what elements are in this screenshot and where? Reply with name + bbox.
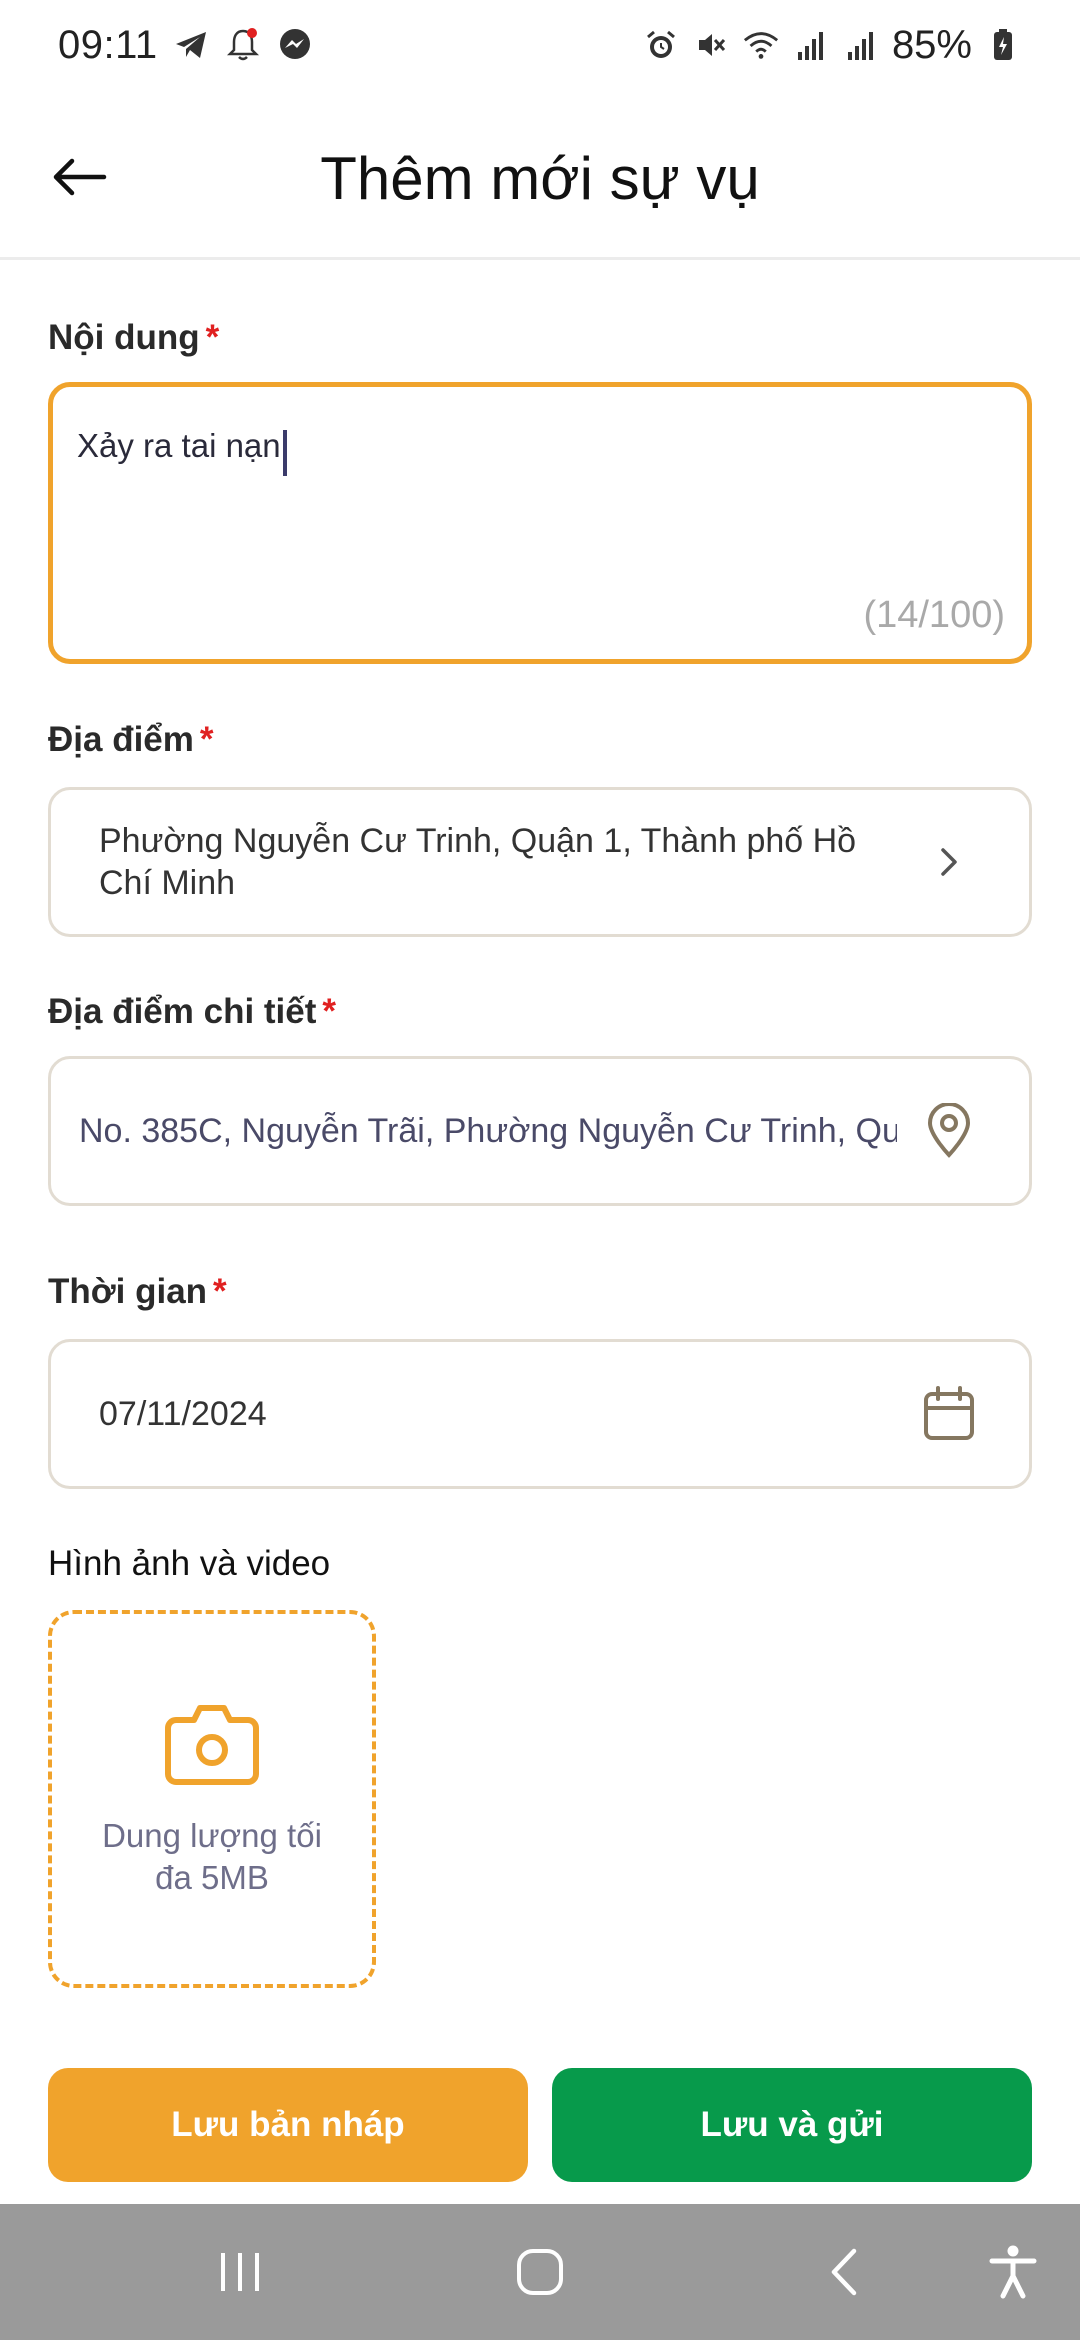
time-label: Thời gian * [48, 1272, 227, 1311]
status-time: 09:11 [58, 22, 158, 67]
alarm-icon [642, 26, 680, 64]
home-button[interactable] [510, 2242, 570, 2302]
location-detail-input[interactable]: No. 385C, Nguyễn Trãi, Phường Nguyễn Cư … [48, 1056, 1032, 1206]
status-bar: 09:11 85% [0, 0, 1080, 90]
signal-icon [842, 26, 880, 64]
battery-percentage: 85% [891, 22, 972, 67]
location-detail-value: No. 385C, Nguyễn Trãi, Phường Nguyễn Cư … [79, 1112, 897, 1150]
map-pin-icon[interactable] [917, 1099, 981, 1163]
messenger-icon [276, 26, 314, 64]
arrow-left-icon [53, 158, 107, 196]
upload-size-hint: Dung lượng tối đa 5MB [102, 1816, 322, 1896]
media-label: Hình ảnh và video [48, 1544, 331, 1583]
required-mark: * [322, 992, 337, 1031]
calendar-icon[interactable] [917, 1382, 981, 1446]
accessibility-button[interactable] [983, 2242, 1043, 2302]
required-mark: * [213, 1272, 227, 1311]
accessibility-icon [989, 2245, 1037, 2299]
date-input[interactable]: 07/11/2024 [48, 1339, 1032, 1489]
signal-icon [792, 26, 830, 64]
content-label: Nội dung * [48, 318, 220, 357]
content-textarea[interactable]: Xảy ra tai nạn (14/100) [48, 382, 1032, 664]
content-value: Xảy ra tai nạn [77, 427, 281, 464]
system-nav-bar [0, 2204, 1080, 2340]
location-value: Phường Nguyễn Cư Trinh, Quận 1, Thành ph… [99, 822, 857, 902]
save-draft-button[interactable]: Lưu bản nháp [48, 2068, 528, 2182]
location-label: Địa điểm * [48, 720, 214, 759]
notification-bell-icon [224, 26, 262, 64]
chevron-right-icon [917, 830, 981, 894]
chevron-left-icon [831, 2248, 857, 2296]
camera-icon [164, 1700, 260, 1791]
home-icon [517, 2249, 563, 2295]
required-mark: * [205, 318, 220, 357]
recent-apps-icon [221, 2253, 259, 2291]
recent-apps-button[interactable] [210, 2242, 270, 2302]
media-upload-area[interactable]: Dung lượng tối đa 5MB [48, 1610, 376, 1988]
page-title: Thêm mới sự vụ [320, 145, 760, 212]
battery-icon [984, 26, 1022, 64]
location-detail-label: Địa điểm chi tiết * [48, 992, 337, 1031]
save-and-send-button[interactable]: Lưu và gửi [552, 2068, 1032, 2182]
character-counter: (14/100) [863, 594, 1005, 636]
app-header: Thêm mới sự vụ [0, 100, 1080, 260]
location-select[interactable]: Phường Nguyễn Cư Trinh, Quận 1, Thành ph… [48, 787, 1032, 937]
back-button[interactable] [48, 145, 112, 209]
date-value: 07/11/2024 [99, 1395, 267, 1433]
required-mark: * [199, 720, 214, 759]
back-nav-button[interactable] [815, 2242, 875, 2302]
mute-icon [692, 26, 730, 64]
wifi-icon [742, 26, 780, 64]
text-caret [282, 429, 287, 476]
telegram-icon [172, 26, 210, 64]
